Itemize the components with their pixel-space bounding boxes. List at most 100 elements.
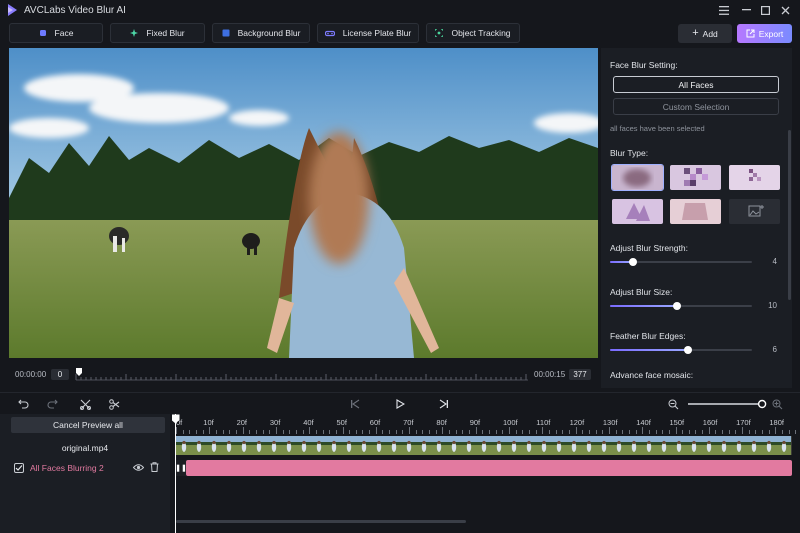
custom-selection-option[interactable]: Custom Selection [613,98,779,115]
ruler-label: 150f [669,418,685,427]
blur-strength-knob[interactable] [628,258,637,266]
jump-end-icon[interactable] [438,398,450,410]
ruler-tick [315,430,317,434]
minimize-icon[interactable] [736,0,756,20]
video-preview[interactable] [9,48,598,358]
filmstrip-frame [551,436,566,455]
ruler-tick [235,430,237,434]
scrub-bar: 00:00:00 0 00:00:15 377 [0,360,600,388]
filmstrip-frame [701,436,716,455]
blur-type-pixel[interactable] [729,165,780,190]
custom-image-blur[interactable] [729,199,780,224]
tab-license-plate-blur-label: License Plate Blur [342,28,412,38]
ruler-tick [269,430,271,434]
add-button-label: Add [702,28,718,39]
effect-layer-name: All Faces Blurring 2 [30,463,104,473]
all-faces-option[interactable]: All Faces [613,76,779,93]
scrub-handle[interactable] [76,368,82,376]
effect-clip-handle[interactable]: ❚❚ [175,460,187,476]
layer-checkbox[interactable] [14,463,24,473]
plus-icon: + [692,27,699,39]
tab-background-blur[interactable]: Background Blur [212,23,310,43]
jump-start-icon[interactable] [349,398,361,410]
filmstrip-frame [461,436,476,455]
ruler-tick [375,427,377,434]
ruler-label: 10f [203,418,214,427]
split-icon[interactable] [79,398,91,410]
export-button[interactable]: Export [737,24,792,43]
blur-type-crystal[interactable] [612,199,663,224]
maximize-icon[interactable] [755,0,775,20]
tab-fixed-blur[interactable]: Fixed Blur [110,23,205,43]
feather-edges-knob[interactable] [684,346,693,354]
tab-object-tracking[interactable]: Object Tracking [426,23,520,43]
title-bar: AVCLabs Video Blur AI [0,0,800,20]
ruler-tick [642,427,644,434]
current-frame-input[interactable]: 0 [51,369,69,380]
tab-face[interactable]: Face [9,23,103,43]
video-frame-image [9,48,598,358]
ruler-tick [482,430,484,434]
ruler-tick [755,430,757,434]
cancel-preview-button[interactable]: Cancel Preview all [11,417,165,433]
ruler-tick [788,430,790,434]
timeline[interactable]: 0f 10f 20f 30f 40f 50f 60f 70f 80f 90f 100f 110f 120… [172,414,800,533]
ruler-tick [522,430,524,434]
eye-icon[interactable] [132,463,145,474]
playhead[interactable] [172,414,180,533]
timeline-scrollbar[interactable] [176,520,466,523]
ruler-label: 110f [536,418,551,427]
ruler-tick [568,430,570,434]
filmstrip-frame [761,436,776,455]
menu-icon[interactable] [714,0,734,20]
feather-edges-slider[interactable]: Feather Blur Edges: 6 [610,326,782,356]
ruler-tick [575,427,577,434]
ruler-tick [395,430,397,434]
ruler-tick [409,427,411,434]
video-track-filmstrip[interactable] [176,436,792,455]
video-file-name: original.mp4 [61,443,109,453]
filmstrip-frame [596,436,611,455]
zoom-in-icon[interactable] [771,398,783,410]
ruler-tick [509,427,510,434]
ruler-label: 160f [702,418,718,427]
blur-type-gaussian[interactable] [611,164,664,191]
ruler-tick [528,430,530,434]
ruler-tick [229,430,231,434]
play-icon[interactable] [394,398,406,410]
tab-license-plate-blur[interactable]: License Plate Blur [317,23,419,43]
ruler-label: 140f [636,418,651,427]
ruler-tick [628,430,630,434]
effect-layer-row[interactable]: All Faces Blurring 2 [0,458,170,478]
zoom-out-icon[interactable] [667,398,679,410]
scissors-icon[interactable] [108,398,120,410]
settings-scrollbar[interactable] [788,130,791,300]
effect-clip[interactable] [186,460,792,476]
undo-icon[interactable] [17,398,29,410]
blur-strength-slider[interactable]: Adjust Blur Strength: 4 [610,238,782,268]
ruler-label: 130f [602,418,618,427]
ruler-tick [182,430,184,434]
scrub-slider[interactable] [74,366,530,384]
zoom-slider[interactable] [686,398,768,410]
ruler-tick [282,430,284,434]
add-button[interactable]: + Add [678,24,732,43]
blur-size-slider[interactable]: Adjust Blur Size: 10 [610,282,782,312]
redo-icon[interactable] [46,398,58,410]
total-frames: 377 [569,369,591,380]
ruler-tick [688,430,690,434]
blur-size-knob[interactable] [672,302,681,310]
blur-type-glass[interactable] [670,199,721,224]
trash-icon[interactable] [150,462,159,474]
ruler-tick [495,430,497,434]
ruler-tick [355,430,357,434]
ruler-tick [402,430,404,434]
ruler-tick [189,430,191,434]
ruler-tick [322,430,324,434]
zoom-knob[interactable] [757,399,767,409]
close-icon[interactable] [775,0,795,20]
ruler-tick [309,427,311,434]
filmstrip-frame [341,436,356,455]
blur-type-mosaic[interactable] [670,165,721,190]
filmstrip-frame [626,436,641,455]
